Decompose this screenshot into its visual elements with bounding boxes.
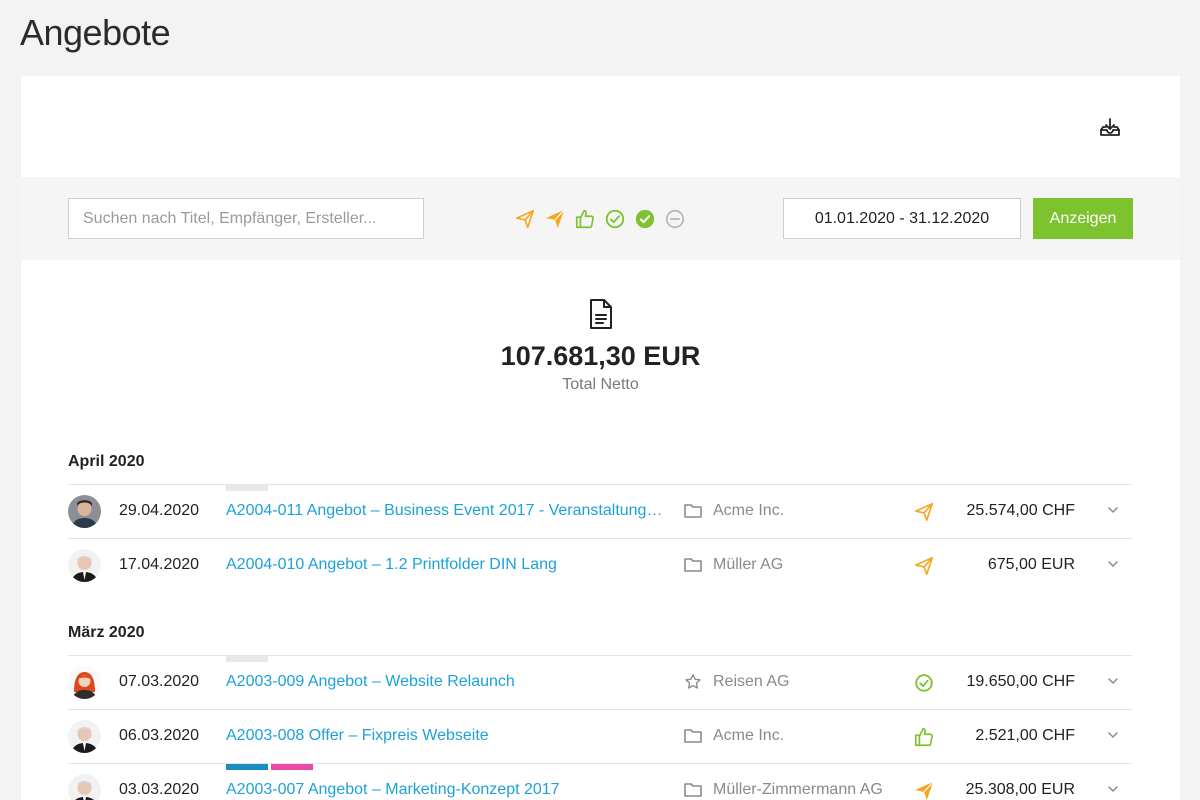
filter-accepted[interactable] bbox=[634, 208, 656, 230]
check-circle-outline-icon bbox=[605, 209, 625, 229]
thumbs-up-icon bbox=[575, 209, 594, 229]
avatar bbox=[68, 549, 101, 582]
row-amount: 2.521,00 CHF bbox=[975, 727, 1075, 744]
row-amount: 675,00 EUR bbox=[987, 556, 1075, 573]
download-tray-icon bbox=[1100, 118, 1120, 136]
folder-icon bbox=[684, 504, 702, 518]
document-icon bbox=[589, 299, 612, 329]
summary: 107.681,30 EUR Total Netto bbox=[21, 298, 1180, 394]
sent-icon bbox=[914, 556, 934, 576]
filter-sent-outline[interactable] bbox=[514, 208, 536, 230]
row-client: Acme Inc. bbox=[713, 502, 785, 519]
table-row[interactable]: 29.04.2020 A2004-011 Angebot – Business … bbox=[68, 484, 1132, 539]
top-actions bbox=[21, 76, 1180, 177]
filter-sent[interactable] bbox=[544, 208, 566, 230]
row-title-link[interactable]: A2004-011 Angebot – Business Event 2017 … bbox=[226, 502, 666, 520]
chevron-down-icon[interactable] bbox=[1106, 557, 1120, 571]
table-row[interactable]: 03.03.2020 A2003-007 Angebot – Marketing… bbox=[68, 763, 1132, 800]
chevron-down-icon[interactable] bbox=[1106, 782, 1120, 796]
folder-icon bbox=[684, 558, 702, 572]
row-date: 06.03.2020 bbox=[119, 727, 200, 744]
row-date: 07.03.2020 bbox=[119, 673, 200, 690]
row-client: Müller-Zimmermann AG bbox=[713, 781, 883, 798]
row-title-link[interactable]: A2003-007 Angebot – Marketing-Konzept 20… bbox=[226, 781, 666, 799]
sent-filled-icon bbox=[914, 781, 934, 800]
total-amount: 107.681,30 EUR bbox=[500, 341, 701, 371]
table-row[interactable]: 07.03.2020 A2003-009 Angebot – Website R… bbox=[68, 655, 1132, 710]
export-button[interactable] bbox=[1098, 116, 1122, 140]
row-client: Reisen AG bbox=[713, 673, 790, 690]
row-date: 29.04.2020 bbox=[119, 502, 200, 519]
total-label: Total Netto bbox=[562, 376, 639, 393]
thumbs-up-icon bbox=[914, 727, 933, 747]
sent-icon bbox=[914, 502, 934, 522]
filter-accepted-outline[interactable] bbox=[604, 208, 626, 230]
row-date: 17.04.2020 bbox=[119, 556, 200, 573]
row-title-link[interactable]: A2004-010 Angebot – 1.2 Printfolder DIN … bbox=[226, 556, 666, 574]
group-title-maerz: März 2020 bbox=[68, 624, 145, 641]
filter-declined[interactable] bbox=[664, 208, 686, 230]
show-button[interactable]: Anzeigen bbox=[1033, 198, 1133, 239]
chevron-down-icon[interactable] bbox=[1106, 728, 1120, 742]
table-row[interactable]: 06.03.2020 A2003-008 Offer – Fixpreis We… bbox=[68, 709, 1132, 764]
tag-bar bbox=[226, 656, 268, 662]
table-row[interactable]: 17.04.2020 A2004-010 Angebot – 1.2 Print… bbox=[68, 538, 1132, 593]
tag-bar bbox=[226, 485, 268, 491]
offers-panel: 01.01.2020 - 31.12.2020 Anzeigen 107.681… bbox=[21, 76, 1180, 800]
status-filters bbox=[514, 208, 686, 230]
avatar bbox=[68, 774, 101, 800]
avatar bbox=[68, 720, 101, 753]
page-title: Angebote bbox=[20, 12, 171, 53]
tag-bar-blue bbox=[226, 764, 268, 770]
row-title-link[interactable]: A2003-008 Offer – Fixpreis Webseite bbox=[226, 727, 666, 745]
paper-plane-outline-icon bbox=[515, 209, 535, 229]
check-circle-filled-icon bbox=[635, 209, 655, 229]
star-icon bbox=[685, 674, 701, 689]
chevron-down-icon[interactable] bbox=[1106, 503, 1120, 517]
row-date: 03.03.2020 bbox=[119, 781, 200, 798]
folder-icon bbox=[684, 783, 702, 797]
row-amount: 25.574,00 CHF bbox=[966, 502, 1075, 519]
avatar bbox=[68, 495, 101, 528]
group-title-april: April 2020 bbox=[68, 453, 145, 470]
paper-plane-icon bbox=[545, 209, 565, 229]
filter-thumbs-up[interactable] bbox=[574, 208, 596, 230]
row-amount: 25.308,00 EUR bbox=[965, 781, 1075, 798]
avatar bbox=[68, 666, 101, 699]
chevron-down-icon[interactable] bbox=[1106, 674, 1120, 688]
row-client: Acme Inc. bbox=[713, 727, 785, 744]
tag-bar-pink bbox=[271, 764, 313, 770]
row-title-link[interactable]: A2003-009 Angebot – Website Relaunch bbox=[226, 673, 666, 691]
accepted-check-icon bbox=[915, 674, 933, 692]
date-range-picker[interactable]: 01.01.2020 - 31.12.2020 bbox=[783, 198, 1021, 239]
filter-bar: 01.01.2020 - 31.12.2020 Anzeigen bbox=[21, 177, 1180, 260]
minus-circle-icon bbox=[665, 209, 685, 229]
row-amount: 19.650,00 CHF bbox=[966, 673, 1075, 690]
row-client: Müller AG bbox=[713, 556, 784, 573]
search-input[interactable] bbox=[68, 198, 424, 239]
folder-icon bbox=[684, 729, 702, 743]
